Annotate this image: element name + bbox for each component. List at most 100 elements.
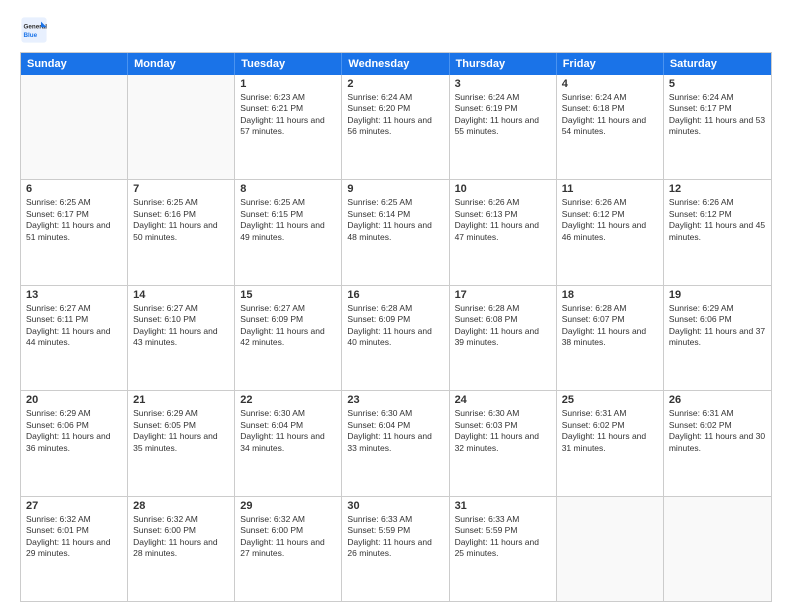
calendar-cell: 16 Sunrise: 6:28 AM Sunset: 6:09 PM Dayli… xyxy=(342,286,449,390)
calendar-cell: 13Sunrise: 6:27 AM Sunset: 6:11 PM Dayli… xyxy=(21,286,128,390)
calendar-cell: 8 Sunrise: 6:25 AM Sunset: 6:15 PM Daylig… xyxy=(235,180,342,284)
day-number: 1 xyxy=(240,78,336,90)
day-number: 3 xyxy=(455,78,551,90)
day-number: 17 xyxy=(455,289,551,301)
day-number: 31 xyxy=(455,500,551,512)
calendar-cell: 27 Sunrise: 6:32 AM Sunset: 6:01 PM Dayli… xyxy=(21,497,128,601)
day-number: 16 xyxy=(347,289,443,301)
day-number: 5 xyxy=(669,78,766,90)
calendar-cell: 6 Sunrise: 6:25 AM Sunset: 6:17 PM Daylig… xyxy=(21,180,128,284)
cell-info: Sunrise: 6:26 AM Sunset: 6:12 PM Dayligh… xyxy=(562,197,658,243)
cell-info: Sunrise: 6:27 AM Sunset: 6:09 PM Dayligh… xyxy=(240,303,336,349)
calendar-cell: 24 Sunrise: 6:30 AM Sunset: 6:03 PM Dayli… xyxy=(450,391,557,495)
calendar-row-2: 6 Sunrise: 6:25 AM Sunset: 6:17 PM Daylig… xyxy=(21,179,771,284)
calendar-cell: 11 Sunrise: 6:26 AM Sunset: 6:12 PM Dayli… xyxy=(557,180,664,284)
day-number: 27 xyxy=(26,500,122,512)
day-number: 15 xyxy=(240,289,336,301)
calendar-row-3: 13Sunrise: 6:27 AM Sunset: 6:11 PM Dayli… xyxy=(21,285,771,390)
weekday-header-thursday: Thursday xyxy=(450,53,557,75)
cell-info: Sunrise: 6:27 AM Sunset: 6:11 PM Dayligh… xyxy=(26,303,122,349)
cell-info: Sunrise: 6:28 AM Sunset: 6:08 PM Dayligh… xyxy=(455,303,551,349)
cell-info: Sunrise: 6:31 AM Sunset: 6:02 PM Dayligh… xyxy=(562,408,658,454)
cell-info: Sunrise: 6:24 AM Sunset: 6:20 PM Dayligh… xyxy=(347,92,443,138)
calendar-cell: 19 Sunrise: 6:29 AM Sunset: 6:06 PM Dayli… xyxy=(664,286,771,390)
calendar-cell: 18Sunrise: 6:28 AM Sunset: 6:07 PM Dayli… xyxy=(557,286,664,390)
day-number: 21 xyxy=(133,394,229,406)
weekday-header-saturday: Saturday xyxy=(664,53,771,75)
day-number: 4 xyxy=(562,78,658,90)
day-number: 24 xyxy=(455,394,551,406)
cell-info: Sunrise: 6:29 AM Sunset: 6:06 PM Dayligh… xyxy=(669,303,766,349)
calendar-cell xyxy=(557,497,664,601)
day-number: 23 xyxy=(347,394,443,406)
calendar-cell: 7 Sunrise: 6:25 AM Sunset: 6:16 PM Daylig… xyxy=(128,180,235,284)
day-number: 22 xyxy=(240,394,336,406)
page: General Blue SundayMondayTuesdayWednesda… xyxy=(0,0,792,612)
logo-icon: General Blue xyxy=(20,16,48,44)
day-number: 2 xyxy=(347,78,443,90)
cell-info: Sunrise: 6:31 AM Sunset: 6:02 PM Dayligh… xyxy=(669,408,766,454)
day-number: 6 xyxy=(26,183,122,195)
cell-info: Sunrise: 6:32 AM Sunset: 6:01 PM Dayligh… xyxy=(26,514,122,560)
cell-info: Sunrise: 6:25 AM Sunset: 6:15 PM Dayligh… xyxy=(240,197,336,243)
cell-info: Sunrise: 6:29 AM Sunset: 6:06 PM Dayligh… xyxy=(26,408,122,454)
calendar-cell: 4 Sunrise: 6:24 AM Sunset: 6:18 PM Daylig… xyxy=(557,75,664,179)
weekday-header-tuesday: Tuesday xyxy=(235,53,342,75)
weekday-header-sunday: Sunday xyxy=(21,53,128,75)
day-number: 28 xyxy=(133,500,229,512)
cell-info: Sunrise: 6:27 AM Sunset: 6:10 PM Dayligh… xyxy=(133,303,229,349)
svg-text:Blue: Blue xyxy=(24,32,38,39)
calendar-cell: 26 Sunrise: 6:31 AM Sunset: 6:02 PM Dayli… xyxy=(664,391,771,495)
day-number: 8 xyxy=(240,183,336,195)
cell-info: Sunrise: 6:24 AM Sunset: 6:18 PM Dayligh… xyxy=(562,92,658,138)
day-number: 11 xyxy=(562,183,658,195)
cell-info: Sunrise: 6:25 AM Sunset: 6:16 PM Dayligh… xyxy=(133,197,229,243)
calendar-cell: 15 Sunrise: 6:27 AM Sunset: 6:09 PM Dayli… xyxy=(235,286,342,390)
calendar-cell: 10 Sunrise: 6:26 AM Sunset: 6:13 PM Dayli… xyxy=(450,180,557,284)
calendar-cell: 25Sunrise: 6:31 AM Sunset: 6:02 PM Dayli… xyxy=(557,391,664,495)
cell-info: Sunrise: 6:24 AM Sunset: 6:19 PM Dayligh… xyxy=(455,92,551,138)
cell-info: Sunrise: 6:26 AM Sunset: 6:13 PM Dayligh… xyxy=(455,197,551,243)
calendar-cell: 12Sunrise: 6:26 AM Sunset: 6:12 PM Dayli… xyxy=(664,180,771,284)
cell-info: Sunrise: 6:23 AM Sunset: 6:21 PM Dayligh… xyxy=(240,92,336,138)
calendar: SundayMondayTuesdayWednesdayThursdayFrid… xyxy=(20,52,772,602)
calendar-row-1: 1 Sunrise: 6:23 AM Sunset: 6:21 PM Daylig… xyxy=(21,75,771,179)
cell-info: Sunrise: 6:28 AM Sunset: 6:09 PM Dayligh… xyxy=(347,303,443,349)
calendar-cell: 5Sunrise: 6:24 AM Sunset: 6:17 PM Daylig… xyxy=(664,75,771,179)
calendar-cell: 31Sunrise: 6:33 AM Sunset: 5:59 PM Dayli… xyxy=(450,497,557,601)
calendar-row-4: 20Sunrise: 6:29 AM Sunset: 6:06 PM Dayli… xyxy=(21,390,771,495)
day-number: 29 xyxy=(240,500,336,512)
cell-info: Sunrise: 6:29 AM Sunset: 6:05 PM Dayligh… xyxy=(133,408,229,454)
day-number: 18 xyxy=(562,289,658,301)
calendar-cell: 1 Sunrise: 6:23 AM Sunset: 6:21 PM Daylig… xyxy=(235,75,342,179)
day-number: 30 xyxy=(347,500,443,512)
calendar-cell: 3 Sunrise: 6:24 AM Sunset: 6:19 PM Daylig… xyxy=(450,75,557,179)
calendar-cell: 14Sunrise: 6:27 AM Sunset: 6:10 PM Dayli… xyxy=(128,286,235,390)
cell-info: Sunrise: 6:32 AM Sunset: 6:00 PM Dayligh… xyxy=(240,514,336,560)
calendar-cell: 9Sunrise: 6:25 AM Sunset: 6:14 PM Daylig… xyxy=(342,180,449,284)
logo: General Blue xyxy=(20,16,52,44)
calendar-cell: 30Sunrise: 6:33 AM Sunset: 5:59 PM Dayli… xyxy=(342,497,449,601)
calendar-cell: 17 Sunrise: 6:28 AM Sunset: 6:08 PM Dayli… xyxy=(450,286,557,390)
calendar-cell: 21 Sunrise: 6:29 AM Sunset: 6:05 PM Dayli… xyxy=(128,391,235,495)
calendar-header: SundayMondayTuesdayWednesdayThursdayFrid… xyxy=(21,53,771,75)
calendar-cell: 29 Sunrise: 6:32 AM Sunset: 6:00 PM Dayli… xyxy=(235,497,342,601)
calendar-row-5: 27 Sunrise: 6:32 AM Sunset: 6:01 PM Dayli… xyxy=(21,496,771,601)
weekday-header-friday: Friday xyxy=(557,53,664,75)
calendar-cell: 22 Sunrise: 6:30 AM Sunset: 6:04 PM Dayli… xyxy=(235,391,342,495)
calendar-cell xyxy=(128,75,235,179)
cell-info: Sunrise: 6:32 AM Sunset: 6:00 PM Dayligh… xyxy=(133,514,229,560)
day-number: 26 xyxy=(669,394,766,406)
calendar-cell: 28 Sunrise: 6:32 AM Sunset: 6:00 PM Dayli… xyxy=(128,497,235,601)
header: General Blue xyxy=(20,16,772,44)
cell-info: Sunrise: 6:25 AM Sunset: 6:17 PM Dayligh… xyxy=(26,197,122,243)
cell-info: Sunrise: 6:30 AM Sunset: 6:04 PM Dayligh… xyxy=(240,408,336,454)
cell-info: Sunrise: 6:30 AM Sunset: 6:03 PM Dayligh… xyxy=(455,408,551,454)
weekday-header-monday: Monday xyxy=(128,53,235,75)
weekday-header-wednesday: Wednesday xyxy=(342,53,449,75)
day-number: 10 xyxy=(455,183,551,195)
day-number: 7 xyxy=(133,183,229,195)
calendar-cell xyxy=(21,75,128,179)
cell-info: Sunrise: 6:30 AM Sunset: 6:04 PM Dayligh… xyxy=(347,408,443,454)
day-number: 19 xyxy=(669,289,766,301)
